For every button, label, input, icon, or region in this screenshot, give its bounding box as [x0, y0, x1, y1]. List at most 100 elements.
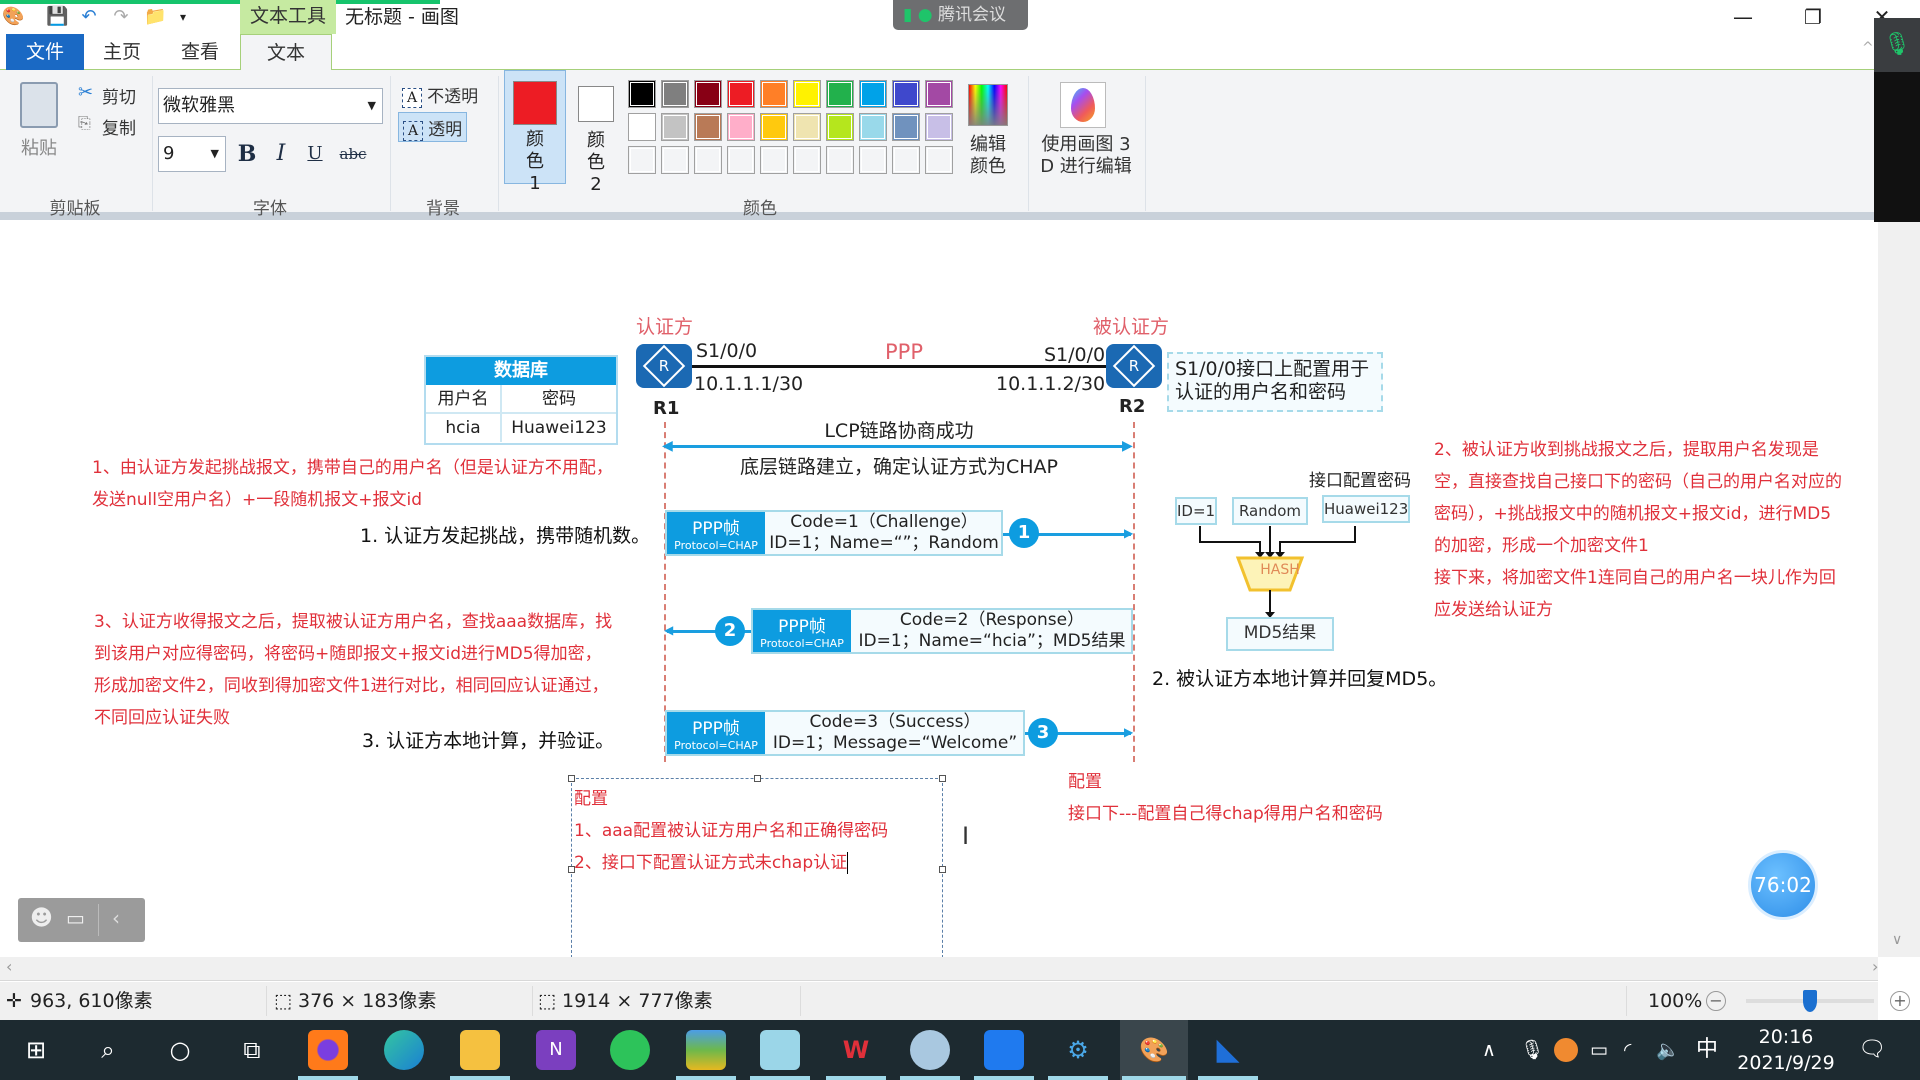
task-view-icon[interactable]: ⧉ [232, 1030, 272, 1070]
custom-color-slot[interactable] [760, 146, 788, 174]
resize-handle[interactable] [568, 866, 575, 873]
wifi-icon[interactable]: ◜ [1624, 1035, 1631, 1065]
color2-button[interactable]: 颜色 2 [568, 70, 624, 195]
redo-icon[interactable]: ↷ [110, 6, 132, 28]
tab-file[interactable]: 文件 [6, 34, 84, 70]
custom-color-slot[interactable] [628, 146, 656, 174]
palette-color-swatch[interactable] [925, 80, 953, 108]
paint-taskbar-icon[interactable]: 🎨 [1134, 1030, 1174, 1070]
chat-icon[interactable]: ▭ [66, 906, 85, 930]
palette-color-swatch[interactable] [694, 113, 722, 141]
strikethrough-button[interactable]: abc [336, 140, 370, 168]
meeting-timer[interactable]: 76:02 [1748, 850, 1818, 920]
undo-icon[interactable]: ↶ [78, 6, 100, 28]
save-icon[interactable]: 💾 [46, 6, 68, 28]
palette-color-swatch[interactable] [859, 113, 887, 141]
custom-color-slot[interactable] [826, 146, 854, 174]
palette-color-swatch[interactable] [628, 113, 656, 141]
network-app-icon[interactable]: ⚙ [1058, 1030, 1098, 1070]
custom-color-slot[interactable] [793, 146, 821, 174]
text-box-selection[interactable]: 配置 1、aaa配置被认证方用户名和正确得密码 2、接口下配置认证方式未chap… [568, 775, 946, 958]
zoom-out-button[interactable]: − [1706, 991, 1726, 1011]
vertical-scrollbar[interactable]: ∨ [1878, 222, 1920, 957]
scroll-down-icon[interactable]: ∨ [1892, 932, 1902, 948]
palette-color-swatch[interactable] [826, 113, 854, 141]
resize-handle[interactable] [754, 775, 761, 782]
emoji-icon[interactable]: ☻ [30, 906, 53, 931]
minimize-button[interactable]: — [1723, 4, 1763, 30]
palette-color-swatch[interactable] [793, 113, 821, 141]
wireshark-icon[interactable]: ◣ [1208, 1030, 1248, 1070]
custom-color-slot[interactable] [661, 146, 689, 174]
firefox-icon[interactable] [308, 1030, 348, 1070]
palette-color-swatch[interactable] [727, 113, 755, 141]
palette-color-swatch[interactable] [760, 80, 788, 108]
tab-view[interactable]: 查看 [164, 34, 236, 70]
horizontal-scrollbar[interactable]: ‹ › [0, 957, 1878, 981]
wechat-icon[interactable] [610, 1030, 650, 1070]
resize-handle[interactable] [939, 866, 946, 873]
italic-button[interactable]: I [268, 140, 294, 168]
palette-color-swatch[interactable] [925, 113, 953, 141]
tab-text[interactable]: 文本 [240, 34, 332, 71]
microphone-icon[interactable]: 🎙 [1874, 18, 1920, 72]
palette-color-swatch[interactable] [628, 80, 656, 108]
volume-icon[interactable]: 🔈 [1656, 1035, 1680, 1065]
config-left-text[interactable]: 配置 1、aaa配置被认证方用户名和正确得密码 2、接口下配置认证方式未chap… [572, 779, 942, 879]
notepad-icon[interactable] [760, 1030, 800, 1070]
tray-overflow-icon[interactable]: ∧ [1482, 1035, 1496, 1065]
meeting-indicator[interactable]: ▮ ● 腾讯会议 [893, 0, 1028, 30]
palette-color-swatch[interactable] [661, 113, 689, 141]
custom-color-slot[interactable] [694, 146, 722, 174]
collapse-icon[interactable]: ‹ [112, 906, 120, 930]
palette-color-swatch[interactable] [793, 80, 821, 108]
palette-color-swatch[interactable] [826, 80, 854, 108]
lark-icon[interactable] [984, 1030, 1024, 1070]
bold-button[interactable]: B [234, 140, 260, 168]
notification-icon[interactable]: 🗨 [1858, 1035, 1886, 1065]
edit-with-paint3d-button[interactable]: 使用画图 3 D 进行编辑 [1036, 134, 1136, 178]
palette-color-swatch[interactable] [661, 80, 689, 108]
file-explorer-icon[interactable] [460, 1030, 500, 1070]
ime-indicator[interactable]: 中 [1696, 1035, 1718, 1065]
paint3d-icon[interactable] [1060, 82, 1106, 128]
resize-handle[interactable] [568, 775, 575, 782]
underline-button[interactable]: U [302, 140, 328, 168]
custom-color-slot[interactable] [925, 146, 953, 174]
scroll-right-icon[interactable]: › [1872, 957, 1878, 976]
onenote-icon[interactable]: N [536, 1030, 576, 1070]
custom-color-slot[interactable] [727, 146, 755, 174]
start-icon[interactable]: ⊞ [16, 1030, 56, 1070]
opaque-button[interactable]: A 不透明 [402, 82, 478, 108]
winrar-icon[interactable] [686, 1030, 726, 1070]
zoom-slider-thumb[interactable] [1803, 990, 1817, 1012]
paint-app-icon[interactable]: 🎨 [2, 6, 24, 28]
zoom-in-button[interactable]: + [1890, 991, 1910, 1011]
wps-icon[interactable]: W [836, 1030, 876, 1070]
paste-button[interactable]: 粘贴 [14, 134, 64, 160]
cut-button[interactable]: 剪切 [102, 83, 136, 108]
palette-color-swatch[interactable] [694, 80, 722, 108]
edit-colors-icon[interactable] [968, 84, 1008, 126]
color1-button[interactable]: 颜色 1 [504, 70, 566, 194]
microphone-tray-icon[interactable]: 🎙 [1520, 1035, 1544, 1065]
clock[interactable]: 20:16 2021/9/29 [1736, 1024, 1836, 1076]
palette-color-swatch[interactable] [760, 113, 788, 141]
tab-home[interactable]: 主页 [86, 34, 158, 70]
customize-dropdown-icon[interactable]: ▾ [172, 6, 194, 28]
search-icon[interactable]: ⌕ [88, 1030, 128, 1070]
font-size-select[interactable]: 9 ▼ [158, 136, 226, 172]
custom-color-slot[interactable] [892, 146, 920, 174]
edge-icon[interactable] [384, 1030, 424, 1070]
audio-app-tray-icon[interactable] [1554, 1038, 1578, 1062]
transparent-button[interactable]: A 透明 [398, 112, 468, 142]
runner-app-icon[interactable] [910, 1030, 950, 1070]
scroll-left-icon[interactable]: ‹ [6, 957, 12, 976]
copy-button[interactable]: 复制 [102, 114, 136, 139]
collapse-ribbon-icon[interactable]: ^ [1862, 40, 1874, 56]
palette-color-swatch[interactable] [892, 80, 920, 108]
battery-icon[interactable]: ▭ [1590, 1035, 1608, 1065]
folder-icon[interactable]: 📁 [144, 6, 166, 28]
restore-button[interactable]: ❐ [1793, 4, 1833, 30]
palette-color-swatch[interactable] [892, 113, 920, 141]
